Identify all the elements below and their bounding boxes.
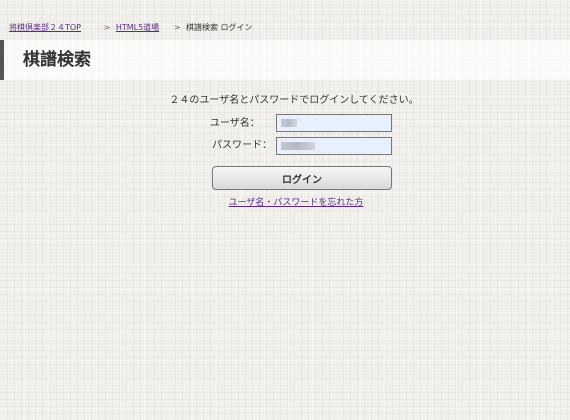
page-title: 棋譜検索 <box>23 50 91 70</box>
breadcrumb-separator: > <box>103 23 111 32</box>
password-label: パスワード： <box>212 140 272 151</box>
forgot-credentials-link[interactable]: ユーザ名・パスワードを忘れた方 <box>229 198 364 208</box>
breadcrumb-current: 棋譜検索 ログイン <box>185 23 253 32</box>
breadcrumb-separator: > <box>173 23 181 32</box>
login-instruction: ２４のユーザ名とパスワードでログインしてください。 <box>169 95 419 106</box>
username-label: ユーザ名： <box>210 118 260 129</box>
breadcrumb: 将棋倶楽部２４TOP > HTML5道場 > 棋譜検索 ログイン <box>9 23 253 33</box>
username-input[interactable] <box>276 114 392 132</box>
forgot-credentials-container: ユーザ名・パスワードを忘れた方 <box>0 197 570 209</box>
breadcrumb-link-home[interactable]: 将棋倶楽部２４TOP <box>9 23 81 32</box>
password-input[interactable] <box>276 137 392 155</box>
breadcrumb-link-html5-dojo[interactable]: HTML5道場 <box>116 23 159 32</box>
login-button[interactable]: ログイン <box>212 166 392 190</box>
page-title-bar: 棋譜検索 <box>0 40 570 80</box>
